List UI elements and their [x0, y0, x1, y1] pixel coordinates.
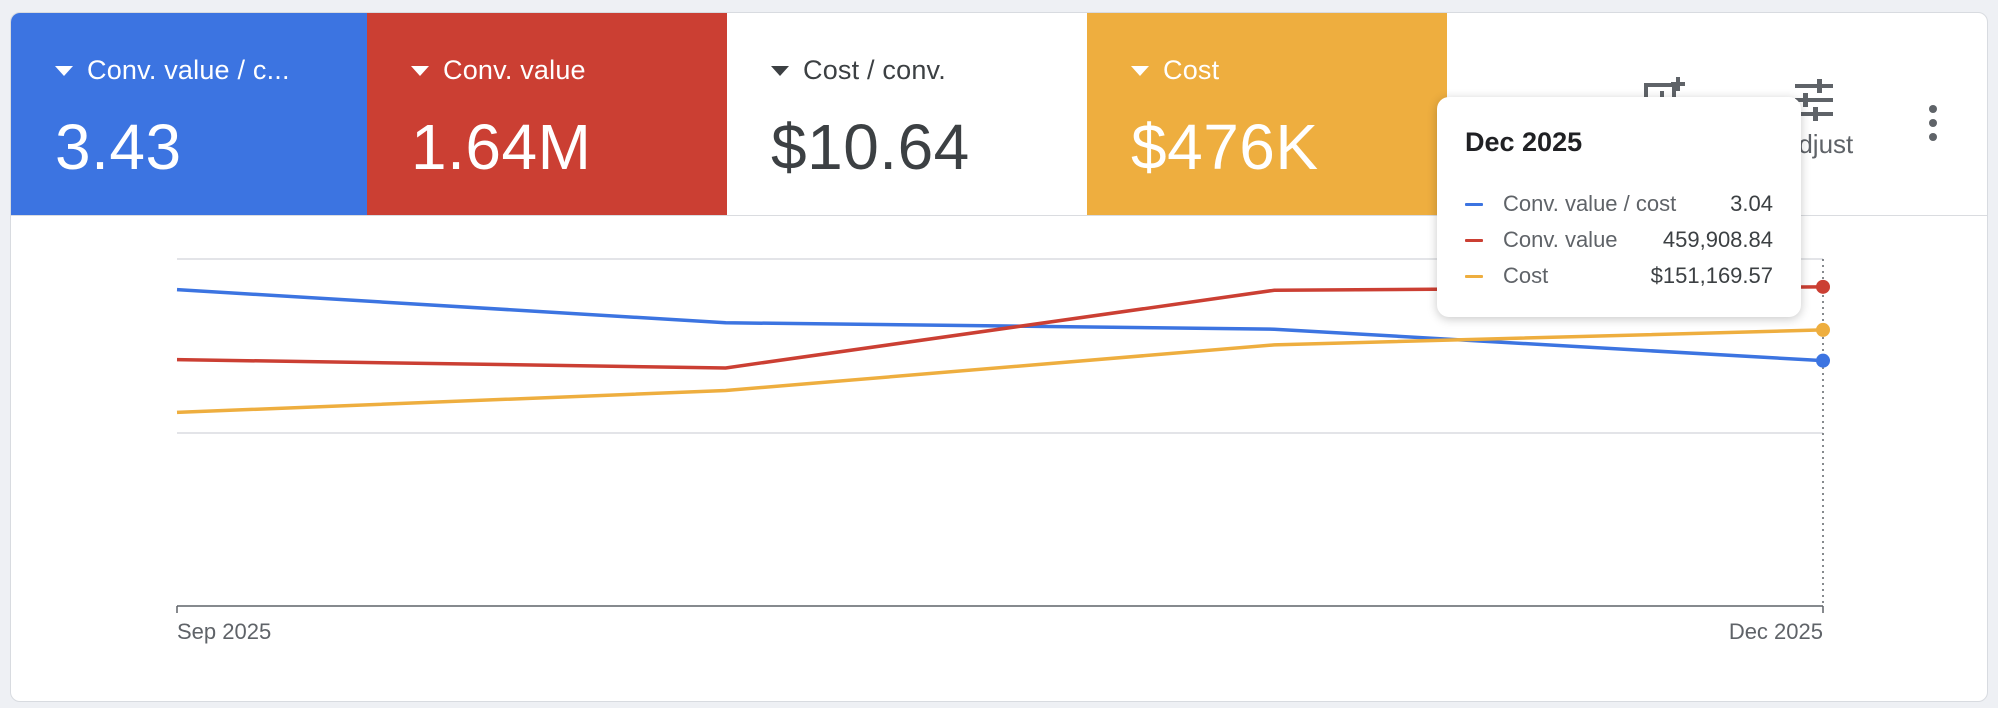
metric-label: Cost / conv. — [803, 55, 946, 85]
tooltip-series-name: Conv. value — [1503, 227, 1618, 252]
metric-tile-conv-value[interactable]: Conv. value 1.64M — [367, 13, 727, 215]
tooltip-row: Conv. value 459,908.84 — [1465, 222, 1773, 258]
metric-value: 1.64M — [411, 111, 592, 183]
tooltip-series-value: 459,908.84 — [1662, 227, 1773, 252]
metric-label: Conv. value / c... — [87, 55, 290, 85]
metric-tile-cost-per-conv[interactable]: Cost / conv. $10.64 — [727, 13, 1087, 215]
more-vert-icon[interactable] — [1923, 103, 1943, 143]
legend-swatch — [1465, 202, 1483, 206]
tooltip-series-value: 3.04 — [1730, 191, 1773, 216]
legend-swatch — [1465, 274, 1483, 278]
x-tick-label: Sep 2025 — [177, 619, 272, 644]
caret-down-icon[interactable] — [55, 65, 73, 76]
tooltip-series-name: Cost — [1503, 263, 1549, 288]
series-point[interactable] — [1816, 279, 1830, 294]
tooltip-row: Cost $151,169.57 — [1465, 258, 1773, 294]
x-tick-label: Dec 2025 — [1728, 619, 1823, 644]
metric-tile-conv-value-per-cost[interactable]: Conv. value / c... 3.43 — [11, 13, 367, 215]
legend-swatch — [1465, 238, 1483, 242]
tooltip-title: Dec 2025 — [1465, 127, 1583, 157]
metric-value: $476K — [1131, 111, 1319, 183]
series-point[interactable] — [1816, 322, 1830, 337]
caret-down-icon[interactable] — [411, 65, 429, 76]
metric-value: 3.43 — [55, 111, 182, 183]
metric-label: Cost — [1163, 55, 1220, 85]
caret-down-icon[interactable] — [1131, 65, 1149, 76]
series-point[interactable] — [1816, 353, 1830, 368]
metric-tile-cost[interactable]: Cost $476K — [1087, 13, 1447, 215]
tooltip-row: Conv. value / cost 3.04 — [1465, 186, 1773, 222]
caret-down-icon[interactable] — [771, 65, 789, 76]
chart-tooltip: Dec 2025 Conv. value / cost 3.04 Conv. v… — [1437, 97, 1801, 317]
series-line — [176, 328, 1824, 415]
metric-label: Conv. value — [443, 55, 586, 85]
tooltip-series-name: Conv. value / cost — [1503, 191, 1677, 216]
tooltip-series-value: $151,169.57 — [1650, 263, 1773, 288]
metric-value: $10.64 — [771, 111, 970, 183]
performance-card: Conv. value / c... 3.43 Conv. value 1.64… — [10, 12, 1988, 702]
